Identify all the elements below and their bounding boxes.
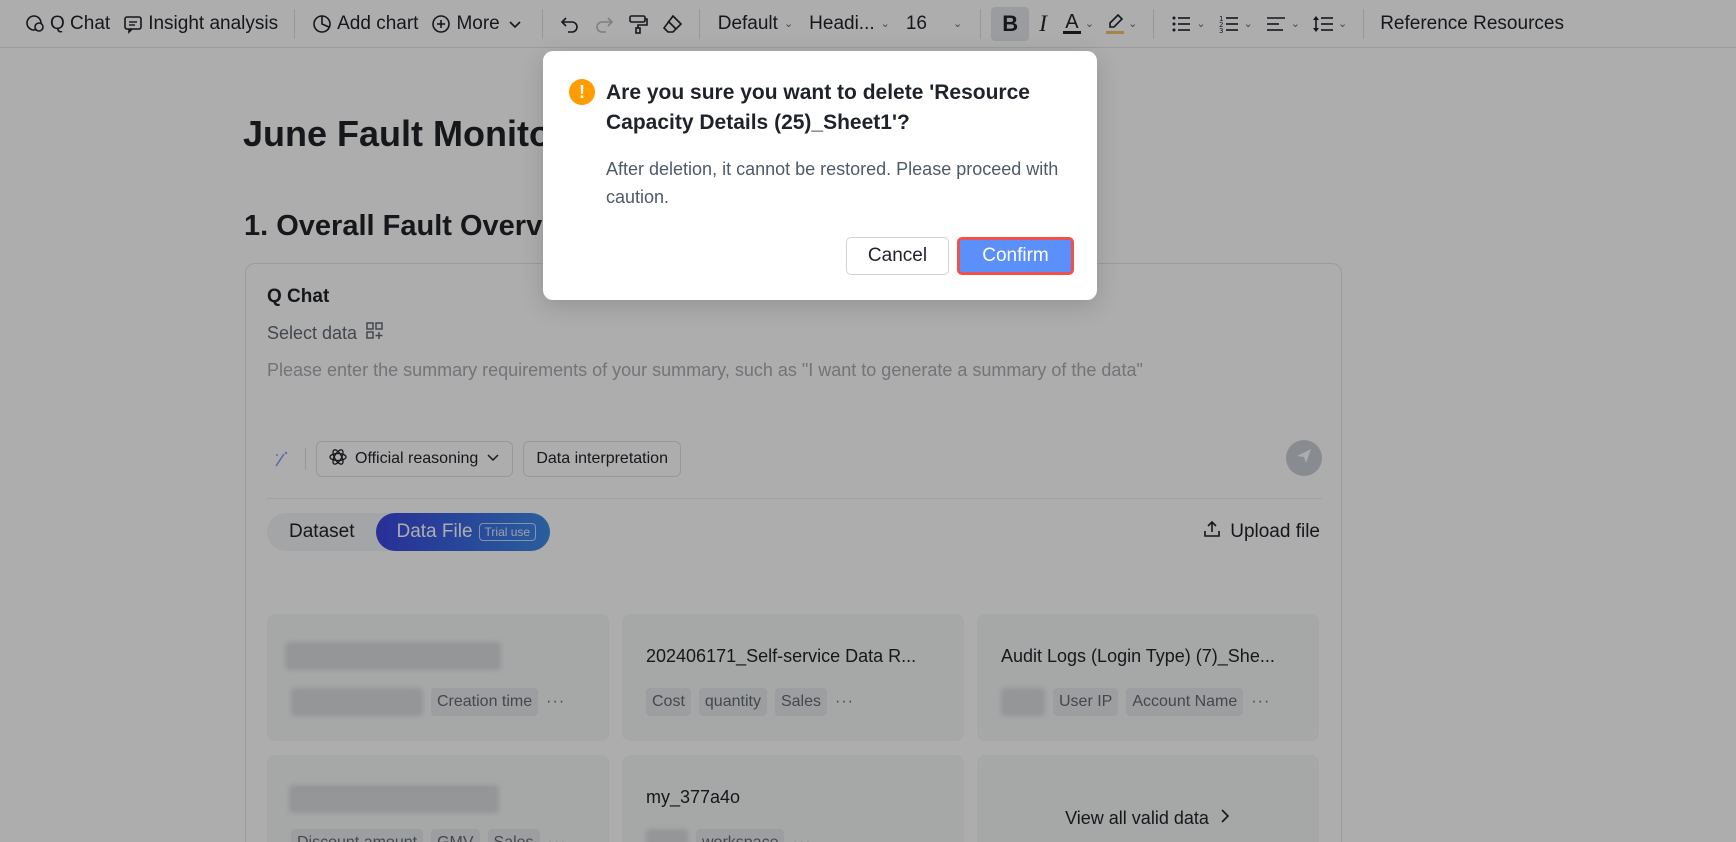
confirm-button[interactable]: Confirm (957, 237, 1074, 275)
dialog-title: Are you sure you want to delete 'Resourc… (606, 81, 1030, 134)
cancel-button[interactable]: Cancel (846, 237, 949, 275)
warning-icon: ! (569, 79, 595, 105)
delete-confirm-dialog: ! Are you sure you want to delete 'Resou… (543, 51, 1097, 300)
dialog-message: After deletion, it cannot be restored. P… (606, 159, 1059, 207)
